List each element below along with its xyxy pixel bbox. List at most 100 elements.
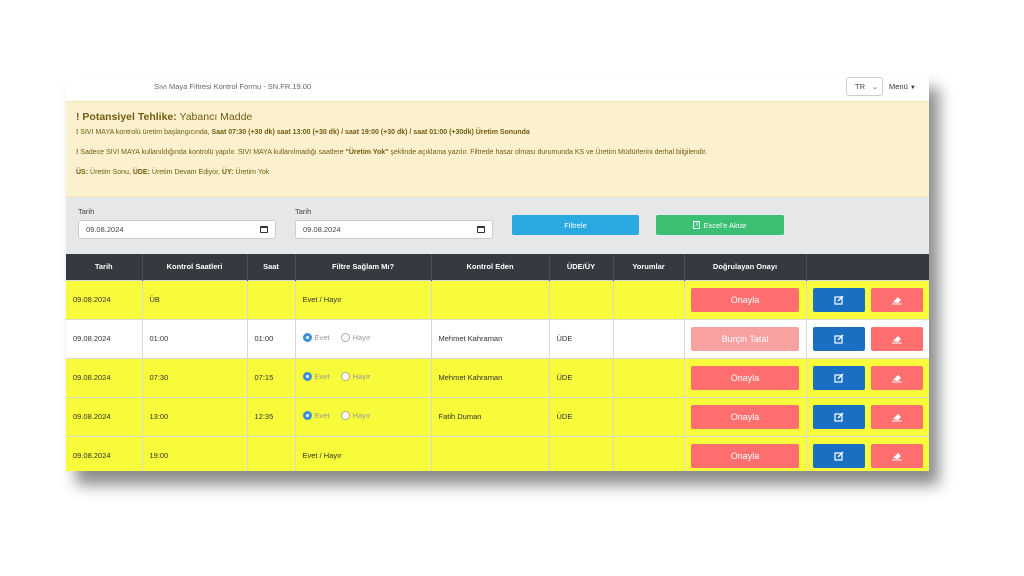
edit-button[interactable] [812,326,865,351]
radio-no-label: Hayır [352,333,371,342]
cell-actions [806,435,929,471]
table-row: 09.08.2024 ÜB Evet / Hayır Onayla [66,279,929,319]
menu-label: Menü [889,82,908,91]
warning-legend: ÜS: Üretim Sonu, ÜDE: Üretim Devam Ediyo… [76,169,919,176]
delete-button[interactable] [870,404,923,429]
eraser-icon [891,296,902,304]
col-header-time[interactable]: Saat [247,254,296,280]
radio-no[interactable]: Hayır [340,333,371,342]
cell-checker: Fatih Duman [431,396,550,436]
legend-uy-val: Üretim Yok [233,169,270,176]
excel-export-label: Excel'e Aktar [703,220,747,230]
cell-actions [806,396,929,436]
instructions-a: Sadece SIVI MAYA kullanıldığında kontrol… [80,149,346,156]
schedule-times: Saat 07:30 (+30 dk) saat 13:00 (+30 dk) … [211,129,530,136]
cell-date: 09.08.2024 [66,357,143,397]
approve-button[interactable]: Onayla [691,287,799,312]
cell-status: ÜDE [549,318,614,358]
cell-approval: Onayla [684,279,807,319]
legend-ude-val: Üretim Devam Ediyor, [149,169,222,176]
cell-comment [613,279,685,319]
app-window: Sıvı Maya Filtresi Kontrol Formu - SN.FR… [66,74,929,471]
warning-line-schedule: ! SIVI MAYA kontrolü üretim başlangıcınd… [76,129,919,136]
cell-approval: Onayla [684,435,807,471]
cell-approval: Onayla [684,396,807,436]
radio-yes[interactable]: Evet [302,372,330,381]
control-table: Tarih Kontrol Saatleri Saat Filtre Sağla… [66,254,929,471]
cell-filter-ok: Evet / Hayır [295,279,432,319]
eraser-icon [891,374,902,382]
cell-actions [806,279,929,319]
cell-date: 09.08.2024 [66,318,143,358]
table-row: 09.08.2024 19:00 Evet / Hayır Onayla [66,435,929,471]
eraser-icon [891,452,902,461]
cell-status [549,435,614,471]
cell-comment [613,318,685,358]
approved-by-button[interactable]: Burçin Tatal [691,326,799,351]
edit-button[interactable] [812,404,865,429]
cell-comment [613,435,685,471]
from-date-label: Tarih [78,207,95,216]
table-row: 09.08.2024 07:30 07:15 Evet Hayır Mehmet… [66,357,929,397]
calendar-icon[interactable] [477,226,485,233]
col-header-status[interactable]: ÜDE/ÜY [549,254,614,280]
from-date-value: 09.08.2024 [86,225,124,234]
radio-yes[interactable]: Evet [302,333,330,342]
col-header-approval[interactable]: Doğrulayan Onayı [684,254,807,280]
cell-filter-ok: Evet Hayır [295,318,432,358]
radio-unchecked-icon [340,411,350,420]
delete-button[interactable] [870,326,923,351]
radio-checked-icon [302,372,312,381]
edit-icon [833,412,843,422]
instructions-b: şeklinde açıklama yazılır. Filtrede hasa… [388,149,708,156]
cell-time [247,435,296,471]
cell-checker: Mehmet Kahraman [431,357,550,397]
radio-yes-label: Evet [314,411,330,420]
radio-yes[interactable]: Evet [302,411,330,420]
radio-checked-icon [302,411,312,420]
delete-button[interactable] [870,287,923,312]
cell-checker [431,435,550,471]
delete-button[interactable] [870,443,923,468]
radio-checked-icon [302,333,312,342]
col-header-filter-ok[interactable]: Filtre Sağlam Mı? [295,254,432,280]
exclamation-icon: ! [76,111,80,123]
filter-button[interactable]: Filtrele [512,215,639,235]
radio-no[interactable]: Hayır [340,372,371,381]
approve-button[interactable]: Onayla [691,443,799,468]
to-date-input[interactable]: 09.08.2024 [295,220,493,239]
approve-button[interactable]: Onayla [691,404,799,429]
exclamation-icon: ! [76,149,79,156]
cell-comment [613,396,685,436]
col-header-checker[interactable]: Kontrol Eden [431,254,550,280]
cell-control-time: 19:00 [142,435,248,471]
delete-button[interactable] [870,365,923,390]
cell-checker [431,279,550,319]
cell-date: 09.08.2024 [66,435,143,471]
radio-no[interactable]: Hayır [340,411,371,420]
legend-uy-key: ÜY: [221,169,234,176]
col-header-date[interactable]: Tarih [66,254,143,280]
from-date-input[interactable]: 09.08.2024 [78,220,276,239]
excel-export-button[interactable]: X Excel'e Aktar [656,215,784,235]
calendar-icon[interactable] [260,226,268,233]
legend-ude-key: ÜDE: [132,169,150,176]
edit-button[interactable] [812,365,865,390]
language-select[interactable]: TR ⌄ [846,77,883,96]
legend-us-key: ÜS: [76,169,89,176]
approve-button[interactable]: Onayla [691,365,799,390]
edit-button[interactable] [812,443,865,468]
edit-icon [833,334,843,344]
filter-bar: Tarih 09.08.2024 Tarih 09.08.2024 Filtre… [66,197,929,254]
cell-comment [613,357,685,397]
form-title: Sıvı Maya Filtresi Kontrol Formu - SN.FR… [154,82,312,91]
col-header-control-times[interactable]: Kontrol Saatleri [142,254,248,280]
table-row: 09.08.2024 13:00 12:35 Evet Hayır Fatih … [66,396,929,436]
col-header-comments[interactable]: Yorumlar [613,254,685,280]
menu-dropdown[interactable]: Menü ▼ [889,82,916,91]
to-date-value: 09.08.2024 [303,225,341,234]
edit-button[interactable] [812,287,865,312]
radio-unchecked-icon [340,333,350,342]
cell-status [549,279,614,319]
excel-icon: X [693,221,701,229]
